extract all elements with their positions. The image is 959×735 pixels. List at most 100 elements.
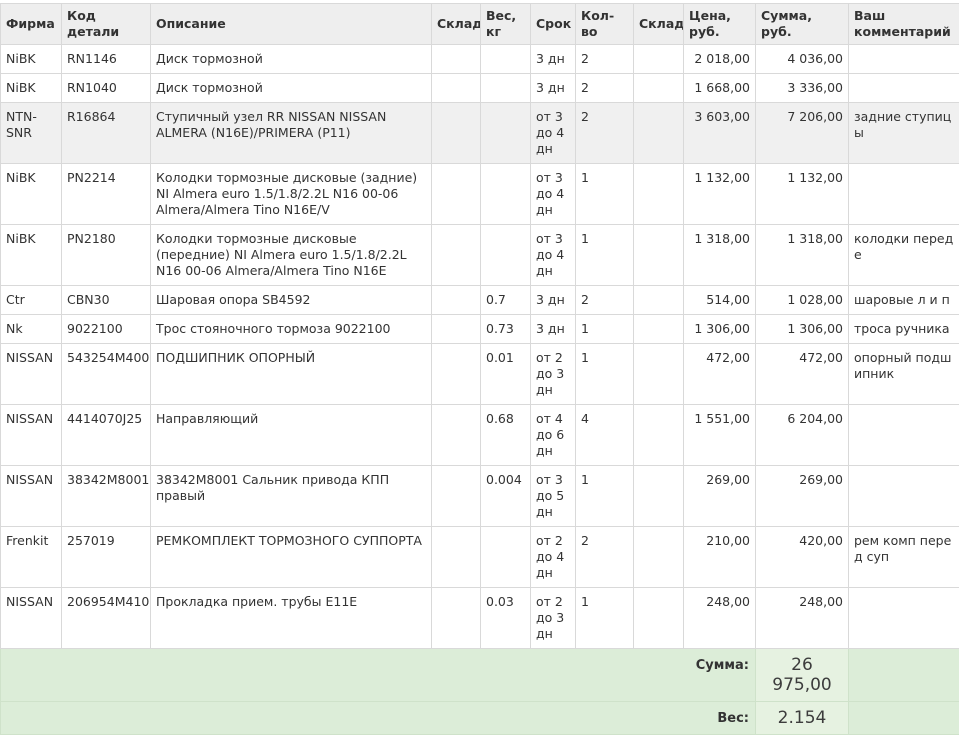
cell-price: 1 551,00: [684, 405, 756, 466]
table-body: NiBKRN1146Диск тормозной3 дн22 018,004 0…: [1, 45, 959, 649]
cell-term: 3 дн: [531, 315, 576, 344]
cell-firm: NISSAN: [1, 588, 62, 649]
cell-desc: Прокладка прием. трубы E11E: [151, 588, 432, 649]
cell-term: от 2 до 3 дн: [531, 588, 576, 649]
cell-qty: 1: [576, 588, 634, 649]
cell-stock1: [432, 315, 481, 344]
column-header-term: Срок: [531, 4, 576, 45]
cell-stock1: [432, 286, 481, 315]
cell-sum: 3 336,00: [756, 74, 849, 103]
cell-price: 210,00: [684, 527, 756, 588]
cell-term: от 2 до 4 дн: [531, 527, 576, 588]
cell-term: от 4 до 6 дн: [531, 405, 576, 466]
cell-desc: 38342M8001 Сальник привода КПП правый: [151, 466, 432, 527]
cell-firm: NiBK: [1, 225, 62, 286]
cell-stock2: [634, 103, 684, 164]
cell-firm: NISSAN: [1, 466, 62, 527]
table-row: NISSAN4414070J25Направляющий0.68от 4 до …: [1, 405, 959, 466]
cell-price: 1 668,00: [684, 74, 756, 103]
cell-weight: [481, 527, 531, 588]
cell-term: от 3 до 4 дн: [531, 164, 576, 225]
cell-code: RN1146: [62, 45, 151, 74]
cell-stock2: [634, 405, 684, 466]
cell-qty: 2: [576, 45, 634, 74]
cell-weight: 0.7: [481, 286, 531, 315]
cell-price: 248,00: [684, 588, 756, 649]
cell-sum: 248,00: [756, 588, 849, 649]
table-row: NiBKPN2180Колодки тормозные дисковые (пе…: [1, 225, 959, 286]
cell-term: 3 дн: [531, 45, 576, 74]
cell-code: PN2180: [62, 225, 151, 286]
table-row: Nk9022100Трос стояночного тормоза 902210…: [1, 315, 959, 344]
cell-comment: шаровые л и п: [849, 286, 959, 315]
cell-stock1: [432, 405, 481, 466]
cell-stock2: [634, 527, 684, 588]
column-header-firm: Фирма: [1, 4, 62, 45]
cell-price: 3 603,00: [684, 103, 756, 164]
cell-stock1: [432, 164, 481, 225]
cell-sum: 1 318,00: [756, 225, 849, 286]
cell-weight: 0.68: [481, 405, 531, 466]
table-row: NiBKRN1146Диск тормозной3 дн22 018,004 0…: [1, 45, 959, 74]
cell-qty: 1: [576, 315, 634, 344]
cell-sum: 1 132,00: [756, 164, 849, 225]
cell-price: 514,00: [684, 286, 756, 315]
cell-stock1: [432, 527, 481, 588]
cell-code: 206954M410: [62, 588, 151, 649]
cell-desc: Колодки тормозные дисковые (задние) NI A…: [151, 164, 432, 225]
cell-code: R16864: [62, 103, 151, 164]
table-row: NiBKPN2214Колодки тормозные дисковые (за…: [1, 164, 959, 225]
cell-comment: [849, 164, 959, 225]
cell-firm: Nk: [1, 315, 62, 344]
cell-stock2: [634, 315, 684, 344]
cell-desc: Диск тормозной: [151, 74, 432, 103]
cell-comment: колодки переде: [849, 225, 959, 286]
table-header: ФирмаКод деталиОписаниеСкладВес, кгСрокК…: [1, 4, 959, 45]
cell-stock1: [432, 74, 481, 103]
total-sum-value: 26 975,00: [756, 649, 849, 702]
cell-stock2: [634, 74, 684, 103]
cell-code: RN1040: [62, 74, 151, 103]
cell-stock2: [634, 344, 684, 405]
cell-sum: 7 206,00: [756, 103, 849, 164]
cell-comment: троса ручника: [849, 315, 959, 344]
cell-qty: 1: [576, 466, 634, 527]
cell-stock2: [634, 286, 684, 315]
cell-qty: 2: [576, 74, 634, 103]
cell-price: 1 306,00: [684, 315, 756, 344]
cell-stock2: [634, 225, 684, 286]
totals-sum-row: Сумма: 26 975,00: [1, 649, 959, 702]
cell-firm: NTN-SNR: [1, 103, 62, 164]
cell-term: от 2 до 3 дн: [531, 344, 576, 405]
cell-code: 257019: [62, 527, 151, 588]
column-header-sum: Сумма, руб.: [756, 4, 849, 45]
cell-desc: ПОДШИПНИК ОПОРНЫЙ: [151, 344, 432, 405]
cell-sum: 4 036,00: [756, 45, 849, 74]
cell-desc: Колодки тормозные дисковые (передние) NI…: [151, 225, 432, 286]
cell-qty: 4: [576, 405, 634, 466]
cell-sum: 420,00: [756, 527, 849, 588]
cell-weight: 0.03: [481, 588, 531, 649]
cell-sum: 1 028,00: [756, 286, 849, 315]
cell-code: 4414070J25: [62, 405, 151, 466]
cell-desc: Ступичный узел RR NISSAN NISSAN ALMERA (…: [151, 103, 432, 164]
cell-stock1: [432, 588, 481, 649]
cell-comment: [849, 74, 959, 103]
header-row: ФирмаКод деталиОписаниеСкладВес, кгСрокК…: [1, 4, 959, 45]
cell-code: 9022100: [62, 315, 151, 344]
total-sum-label: Сумма:: [1, 649, 756, 702]
column-header-comment: Ваш комментарий: [849, 4, 959, 45]
cell-comment: рем комп перед суп: [849, 527, 959, 588]
cell-comment: [849, 466, 959, 527]
cell-code: 543254M400: [62, 344, 151, 405]
cell-stock1: [432, 225, 481, 286]
total-weight-empty-cell: [849, 702, 959, 735]
cell-qty: 1: [576, 344, 634, 405]
cell-firm: NISSAN: [1, 344, 62, 405]
cell-stock1: [432, 466, 481, 527]
cell-qty: 1: [576, 164, 634, 225]
table-footer: Сумма: 26 975,00 Вес: 2.154: [1, 649, 959, 735]
table-row: NISSAN206954M410Прокладка прием. трубы E…: [1, 588, 959, 649]
cell-firm: NiBK: [1, 164, 62, 225]
column-header-desc: Описание: [151, 4, 432, 45]
